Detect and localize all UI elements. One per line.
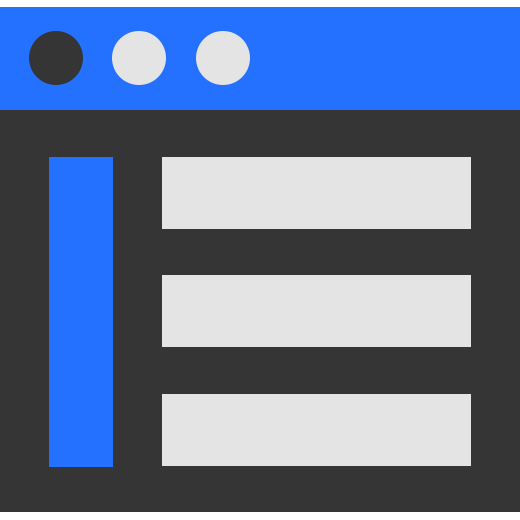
window-control-button-2[interactable] [112,31,166,85]
app-window [0,7,520,512]
window-control-button-1[interactable] [29,31,83,85]
sidebar-panel[interactable] [49,157,113,467]
list-item[interactable] [162,157,471,229]
window-control-button-3[interactable] [196,31,250,85]
window-titlebar [0,7,520,110]
list-item[interactable] [162,275,471,347]
list-item[interactable] [162,394,471,466]
